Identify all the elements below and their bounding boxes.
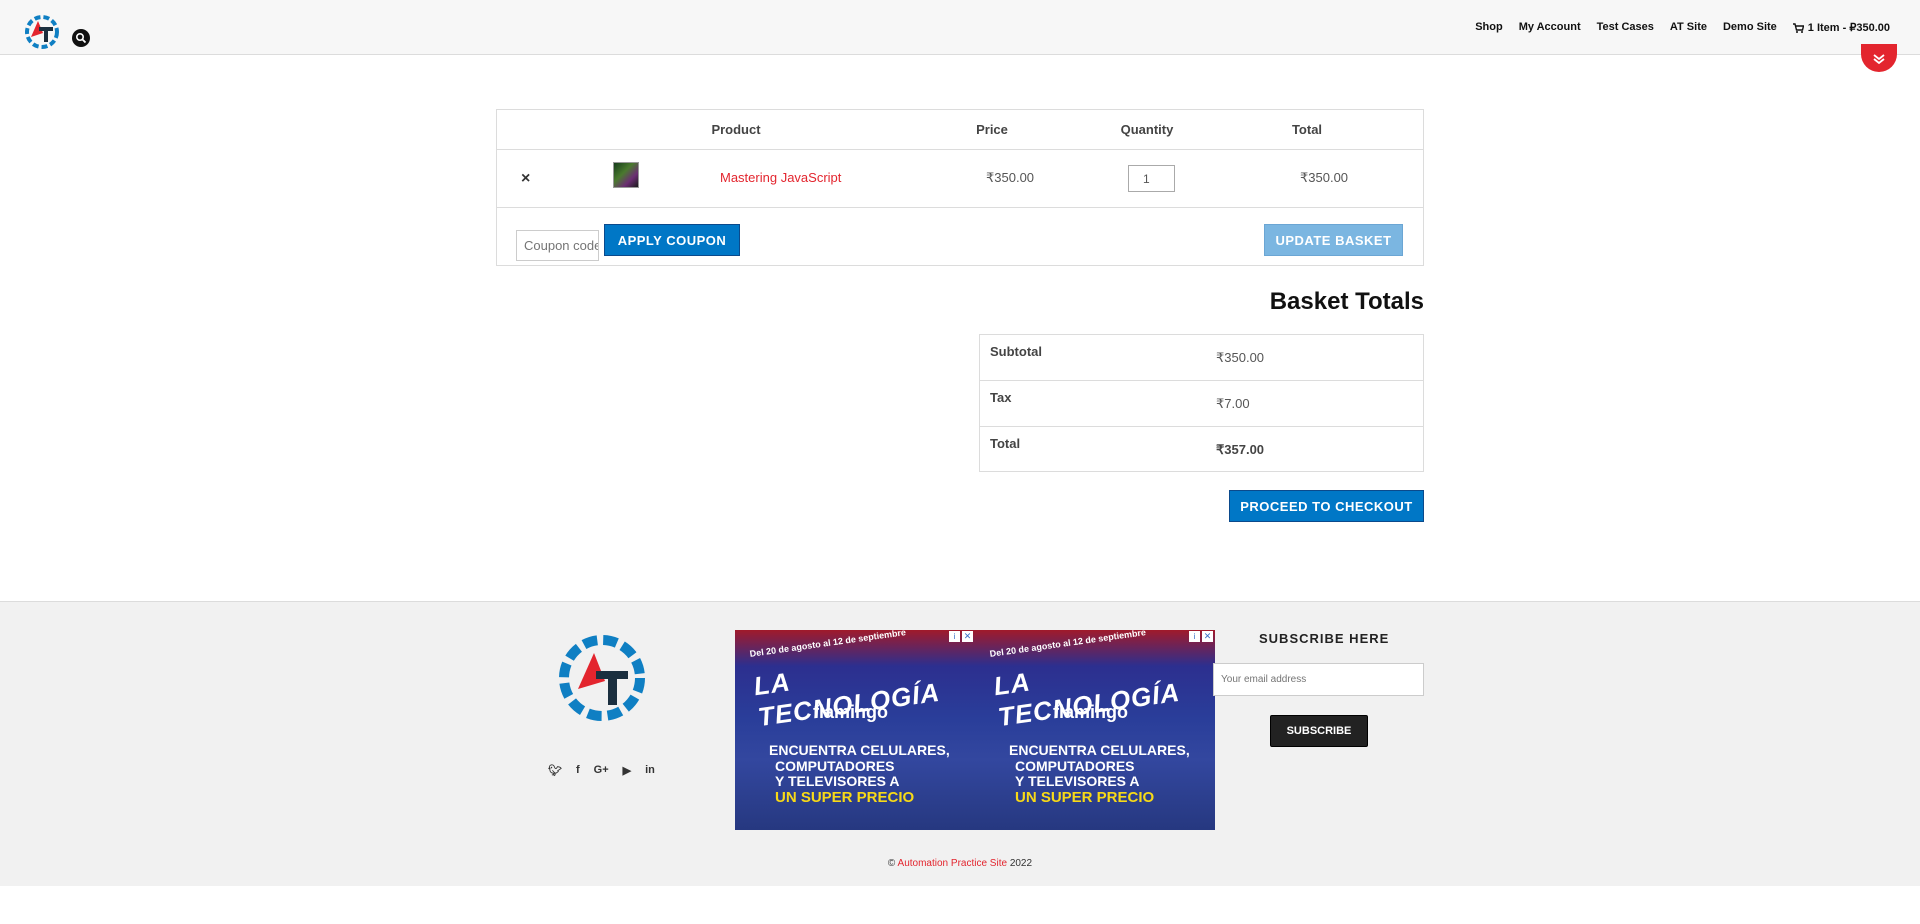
advertisement-banner[interactable]: i ✕ Del 20 de agosto al 12 de septiembre… <box>975 630 1215 830</box>
ad-highlight: UN SUPER PRECIO <box>1015 789 1155 806</box>
basket-totals-table: Subtotal ₹350.00 Tax ₹7.00 Total ₹357.00 <box>979 334 1424 472</box>
ad-brand: flamingo <box>1053 702 1128 722</box>
tax-row: Tax ₹7.00 <box>980 381 1423 427</box>
product-name-link[interactable]: Mastering JavaScript <box>720 170 841 185</box>
column-product: Product <box>711 122 761 137</box>
nav-test-cases[interactable]: Test Cases <box>1597 21 1654 34</box>
copyright-year: 2022 <box>1009 858 1033 869</box>
social-links: 🐦︎ f G+ ▶ in <box>548 764 655 777</box>
quantity-input[interactable] <box>1128 165 1175 192</box>
subtotal-row: Subtotal ₹350.00 <box>980 335 1423 381</box>
copyright-text: © Automation Practice Site 2022 <box>0 858 1920 869</box>
page-bottom <box>0 886 1920 924</box>
product-price: ₹350.00 <box>986 170 1035 185</box>
cart-table: Product Price Quantity Total × Mastering… <box>496 109 1424 266</box>
chevron-double-down-icon <box>1873 54 1885 64</box>
nav-demo-site[interactable]: Demo Site <box>1723 21 1777 34</box>
ad-line: Y TELEVISORES A <box>1015 773 1140 789</box>
copyright-site-link[interactable]: Automation Practice Site <box>898 858 1008 869</box>
youtube-icon[interactable]: ▶ <box>623 764 631 777</box>
scroll-down-button[interactable] <box>1861 44 1897 72</box>
ad-line: ENCUENTRA CELULARES, <box>769 742 950 758</box>
ad-brand: flamingo <box>813 702 888 722</box>
ad-info-icon[interactable]: i <box>1189 631 1200 642</box>
tax-label: Tax <box>990 390 1012 405</box>
ad-line: COMPUTADORES <box>1015 758 1135 774</box>
advertisement-banner[interactable]: i ✕ Del 20 de agosto al 12 de septiembre… <box>735 630 975 830</box>
cart-icon <box>1792 22 1804 33</box>
ad-line: COMPUTADORES <box>775 758 895 774</box>
cart-summary: 1 Item - ₽350.00 <box>1807 22 1890 34</box>
nav-shop[interactable]: Shop <box>1475 21 1503 34</box>
column-quantity: Quantity <box>1120 122 1174 137</box>
product-thumbnail[interactable] <box>613 162 639 188</box>
site-logo-icon[interactable] <box>22 12 62 52</box>
ad-highlight: UN SUPER PRECIO <box>775 789 915 806</box>
facebook-icon[interactable]: f <box>576 764 580 777</box>
linkedin-icon[interactable]: in <box>645 764 655 777</box>
column-total: Total <box>1291 122 1323 137</box>
search-icon[interactable] <box>72 29 90 47</box>
subscribe-button[interactable]: SUBSCRIBE <box>1270 715 1368 747</box>
product-line-total: ₹350.00 <box>1300 170 1349 185</box>
nav-at-site[interactable]: AT Site <box>1670 21 1707 34</box>
nav-cart[interactable]: 1 Item - ₽350.00 <box>1792 21 1890 34</box>
remove-item-button[interactable]: × <box>521 170 530 188</box>
subtotal-label: Subtotal <box>990 344 1042 359</box>
cart-table-header: Product Price Quantity Total <box>497 110 1423 150</box>
tax-value: ₹7.00 <box>1216 396 1250 411</box>
subtotal-value: ₹350.00 <box>1216 350 1265 365</box>
total-row: Total ₹357.00 <box>980 427 1423 473</box>
proceed-to-checkout-button[interactable]: PROCEED TO CHECKOUT <box>1229 490 1424 522</box>
cart-item-row: × Mastering JavaScript ₹350.00 ₹350.00 <box>497 150 1423 208</box>
nav-my-account[interactable]: My Account <box>1519 21 1581 34</box>
main-nav: Shop My Account Test Cases AT Site Demo … <box>1475 21 1890 34</box>
apply-coupon-button[interactable]: APPLY COUPON <box>604 224 740 256</box>
google-plus-icon[interactable]: G+ <box>594 764 609 777</box>
total-label: Total <box>990 436 1021 451</box>
ad-info-icon[interactable]: i <box>949 631 960 642</box>
total-value: ₹357.00 <box>1216 442 1265 457</box>
subscribe-email-input[interactable] <box>1213 663 1424 696</box>
update-basket-button[interactable]: UPDATE BASKET <box>1264 224 1403 256</box>
subscribe-title: SUBSCRIBE HERE <box>1259 631 1390 646</box>
ad-line: Y TELEVISORES A <box>775 773 900 789</box>
coupon-code-input[interactable] <box>516 230 599 261</box>
ad-line: ENCUENTRA CELULARES, <box>1009 742 1190 758</box>
twitter-icon[interactable]: 🐦︎ <box>548 764 562 777</box>
footer-logo-icon[interactable] <box>556 629 648 727</box>
basket-totals-title: Basket Totals <box>1269 288 1424 315</box>
column-price: Price <box>976 122 1008 137</box>
site-header: Shop My Account Test Cases AT Site Demo … <box>0 0 1920 55</box>
copyright-symbol: © <box>887 858 896 869</box>
